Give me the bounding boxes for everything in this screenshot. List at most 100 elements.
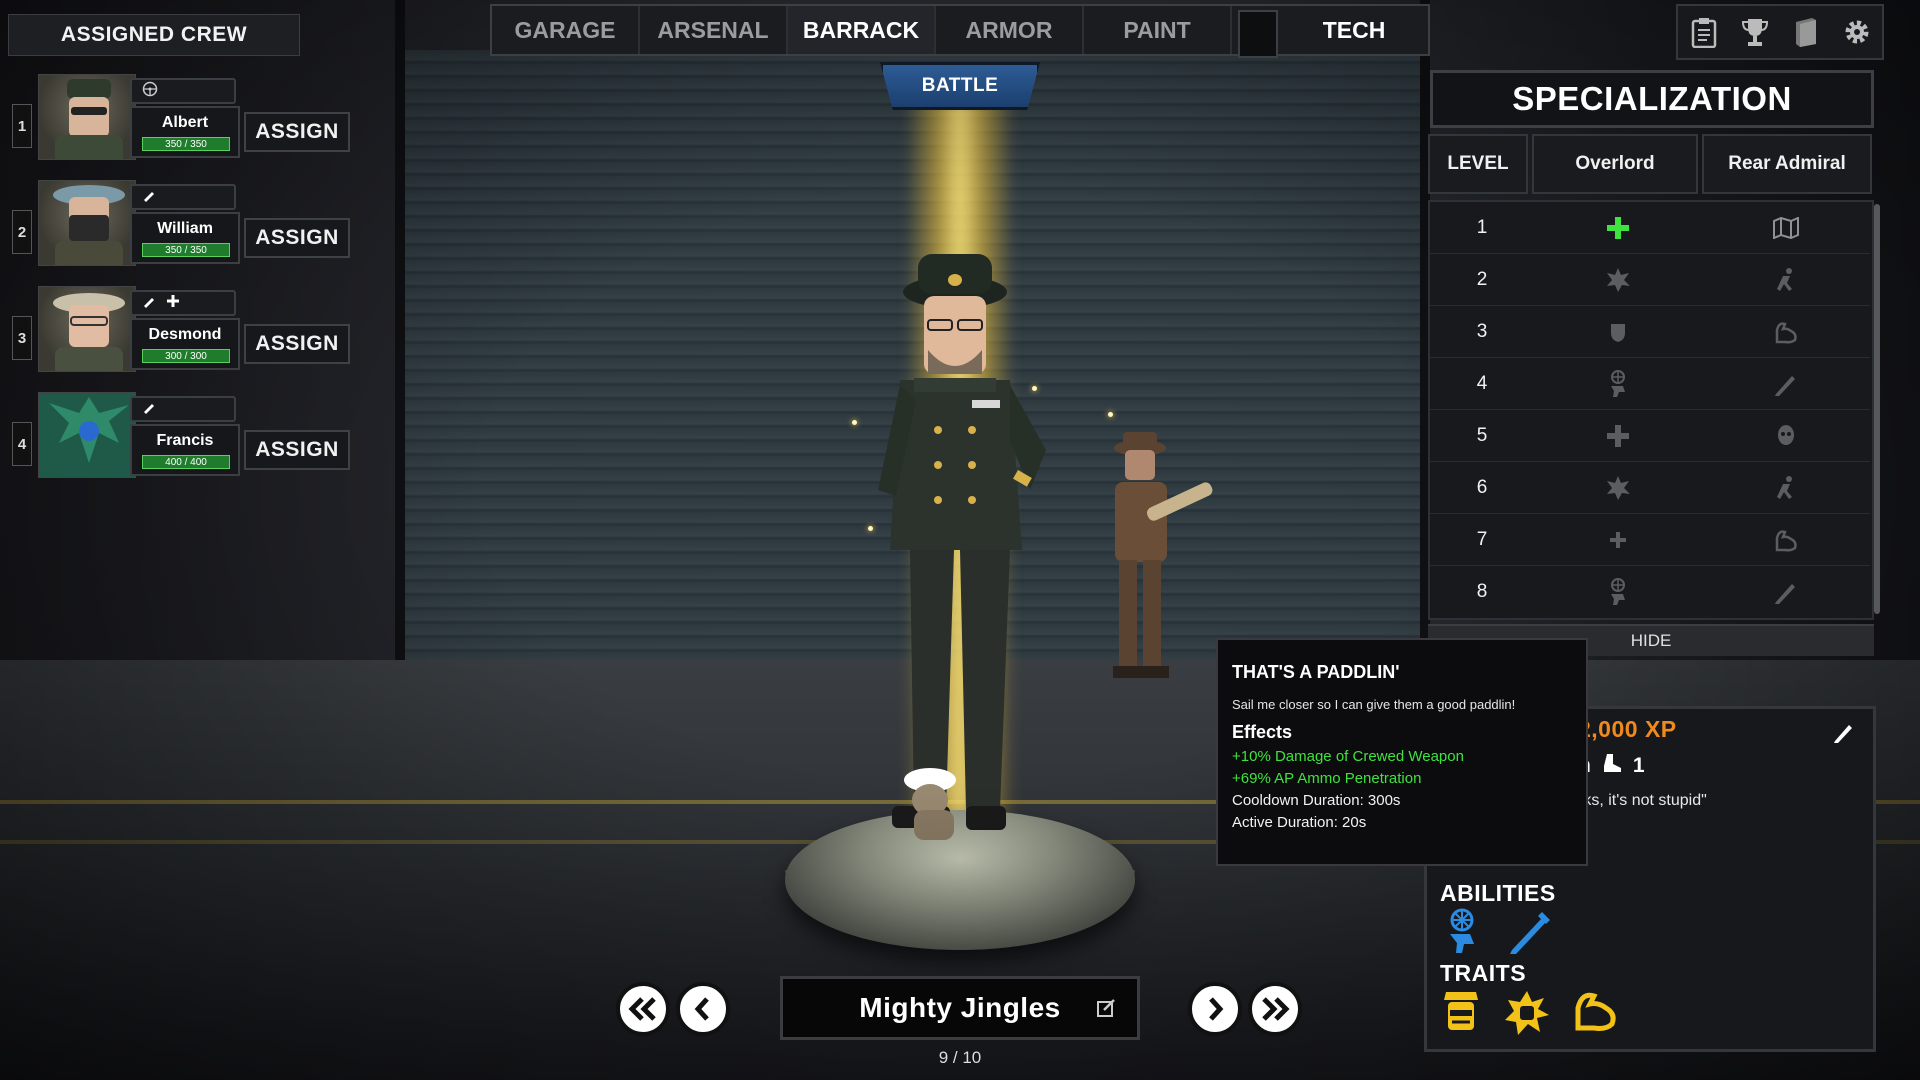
- pencil-ability-icon[interactable]: [1508, 908, 1554, 959]
- assign-button[interactable]: ASSIGN: [244, 112, 350, 152]
- tab-armor[interactable]: ARMOR: [936, 6, 1084, 54]
- first-crew-button[interactable]: [616, 982, 670, 1036]
- gear-icon[interactable]: [1840, 15, 1874, 49]
- spec-level: 4: [1476, 372, 1488, 394]
- crew-hp-bar: 300 / 300: [142, 349, 230, 363]
- tab-arsenal[interactable]: ARSENAL: [640, 6, 788, 54]
- xp-value: 2,000 XP: [1578, 716, 1677, 742]
- crew-slot-number: 2: [12, 210, 32, 254]
- crew-hp-bar: 350 / 350: [142, 137, 230, 151]
- small-plus-icon[interactable]: [1534, 531, 1702, 549]
- shield-icon[interactable]: [1534, 321, 1702, 343]
- crew-row: 2 William 350 / 350 ASSIGN: [12, 180, 352, 268]
- crew-skill-badges: [130, 78, 236, 104]
- crew-card[interactable]: Francis 400 / 400: [130, 424, 240, 476]
- column-rear-admiral[interactable]: Rear Admiral: [1702, 134, 1872, 194]
- battle-button[interactable]: BATTLE: [880, 62, 1040, 110]
- double-chevron-right-icon: [1262, 997, 1290, 1021]
- crew-name: Francis: [156, 432, 214, 449]
- crouch-ability-icon[interactable]: [1440, 908, 1484, 959]
- crew-row: 3 Desmond 300 / 300 ASSIGN: [12, 286, 352, 374]
- top-right-toolbar: [1676, 4, 1884, 60]
- crew-portrait-francis[interactable]: [38, 392, 136, 478]
- crew-portrait-william[interactable]: [38, 180, 136, 266]
- pencil-icon[interactable]: [1702, 579, 1870, 605]
- tooltip-effect: +10% Damage of Crewed Weapon: [1232, 748, 1464, 765]
- rank-value: 1: [1632, 754, 1645, 777]
- crew-name-display[interactable]: Mighty Jingles: [780, 976, 1140, 1040]
- crew-row: 1 Albert 350 / 350 ASSIGN: [12, 74, 352, 162]
- last-crew-button[interactable]: [1248, 982, 1302, 1036]
- clipboard-icon[interactable]: [1687, 15, 1721, 49]
- runner-icon[interactable]: [1702, 475, 1870, 501]
- runner-icon[interactable]: [1702, 267, 1870, 293]
- specialization-table: 1 2 3 4 5 6 7 8: [1428, 200, 1874, 620]
- crouch-icon[interactable]: [1534, 369, 1702, 398]
- tooltip-title: THAT'S A PADDLIN': [1232, 662, 1400, 682]
- assign-button[interactable]: ASSIGN: [244, 430, 350, 470]
- tab-garage[interactable]: GARAGE: [492, 6, 640, 54]
- specialization-title: SPECIALIZATION: [1430, 70, 1874, 128]
- ability-tooltip: THAT'S A PADDLIN' Sail me closer so I ca…: [1216, 638, 1588, 866]
- main-nav: GARAGE ARSENAL BARRACK ARMOR PAINT TECH: [490, 4, 1430, 58]
- rename-icon[interactable]: [1096, 998, 1116, 1023]
- spec-level: 3: [1476, 320, 1488, 342]
- tooltip-effect: Active Duration: 20s: [1232, 814, 1367, 831]
- bicep-icon[interactable]: [1702, 528, 1870, 552]
- spec-level: 1: [1476, 216, 1488, 238]
- plus-icon[interactable]: [1534, 424, 1702, 448]
- edit-pencil-icon[interactable]: [1832, 720, 1856, 749]
- crew-slot-number: 1: [12, 104, 32, 148]
- mask-icon[interactable]: [1702, 424, 1870, 448]
- tab-barrack[interactable]: BARRACK: [788, 6, 936, 54]
- assign-button[interactable]: ASSIGN: [244, 218, 350, 258]
- next-crew-button[interactable]: [1188, 982, 1242, 1036]
- spec-row: 1: [1430, 202, 1870, 254]
- assign-button[interactable]: ASSIGN: [244, 324, 350, 364]
- burst-icon[interactable]: [1534, 475, 1702, 501]
- boot-icon: [1601, 752, 1623, 780]
- tab-paint[interactable]: PAINT: [1084, 6, 1232, 54]
- column-overlord[interactable]: Overlord: [1532, 134, 1698, 194]
- map-icon[interactable]: [1702, 216, 1870, 239]
- crew-skill-badges: [130, 396, 236, 422]
- crew-card[interactable]: Albert 350 / 350: [130, 106, 240, 158]
- spec-row: 8: [1430, 566, 1870, 618]
- abilities-label: ABILITIES: [1440, 880, 1556, 906]
- tooltip-description: Sail me closer so I can give them a good…: [1232, 697, 1516, 712]
- tab-placeholder[interactable]: [1238, 10, 1278, 58]
- crew-quote: rks, it's not stupid": [1578, 792, 1707, 809]
- spec-level: 2: [1476, 268, 1488, 290]
- crew-name: Desmond: [148, 326, 222, 343]
- bicep-icon[interactable]: [1702, 320, 1870, 344]
- column-level: LEVEL: [1428, 134, 1528, 194]
- crew-card[interactable]: William 350 / 350: [130, 212, 240, 264]
- spec-level: 8: [1476, 581, 1488, 602]
- spec-level: 7: [1476, 528, 1488, 550]
- book-icon[interactable]: [1789, 15, 1823, 49]
- crew-portrait-albert[interactable]: [38, 74, 136, 160]
- crew-portrait-desmond[interactable]: [38, 286, 136, 372]
- spec-row: 5: [1430, 410, 1870, 462]
- burst-icon[interactable]: [1534, 267, 1702, 293]
- officer-trait-icon[interactable]: [1440, 990, 1482, 1041]
- specialization-scrollbar[interactable]: [1874, 204, 1880, 614]
- tooltip-effect: +69% AP Ammo Penetration: [1232, 770, 1422, 787]
- tab-tech[interactable]: TECH: [1284, 6, 1424, 54]
- trophy-icon[interactable]: [1738, 15, 1772, 49]
- crew-skill-badges: [130, 290, 236, 316]
- pencil-icon: [142, 294, 156, 312]
- plus-icon[interactable]: [1534, 216, 1702, 240]
- crew-card[interactable]: Desmond 300 / 300: [130, 318, 240, 370]
- spec-row: 2: [1430, 254, 1870, 306]
- crouch-icon[interactable]: [1534, 578, 1702, 606]
- spec-row: 7: [1430, 514, 1870, 566]
- pencil-icon: [142, 400, 156, 418]
- spec-level: 5: [1476, 424, 1488, 446]
- fist-burst-trait-icon[interactable]: [1504, 990, 1550, 1041]
- pencil-icon[interactable]: [1702, 371, 1870, 397]
- previous-crew-button[interactable]: [676, 982, 730, 1036]
- assigned-crew-header: ASSIGNED CREW: [8, 14, 300, 56]
- bicep-trait-icon[interactable]: [1572, 990, 1618, 1041]
- traits-row: [1440, 990, 1618, 1041]
